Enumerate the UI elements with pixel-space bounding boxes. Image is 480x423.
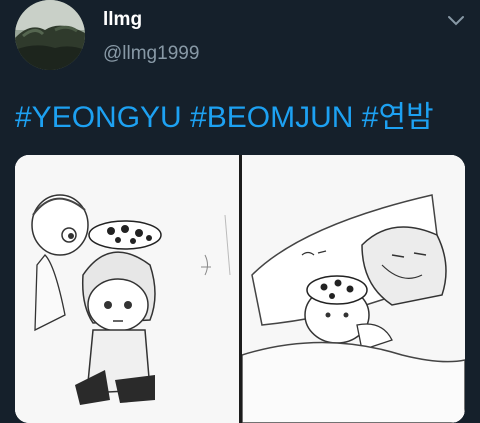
tweet-text: #YEONGYU #BEOMJUN #연밤 [15, 92, 434, 136]
bed-drawing-image [242, 155, 465, 423]
chevron-down-icon[interactable] [447, 14, 465, 28]
hashtag-link[interactable]: #YEONGYU [15, 101, 182, 134]
hashtag-link[interactable]: #연밤 [362, 101, 434, 134]
avatar-image [15, 0, 85, 70]
media-image-left[interactable] [15, 155, 239, 423]
chibi-drawing-image [15, 155, 239, 423]
avatar[interactable] [15, 0, 85, 70]
media-image-right[interactable] [242, 155, 465, 423]
media-container [15, 155, 465, 423]
hashtag-link[interactable]: #BEOMJUN [190, 101, 353, 134]
username-handle[interactable]: @llmg1999 [103, 43, 199, 65]
display-name[interactable]: llmg [103, 9, 142, 31]
